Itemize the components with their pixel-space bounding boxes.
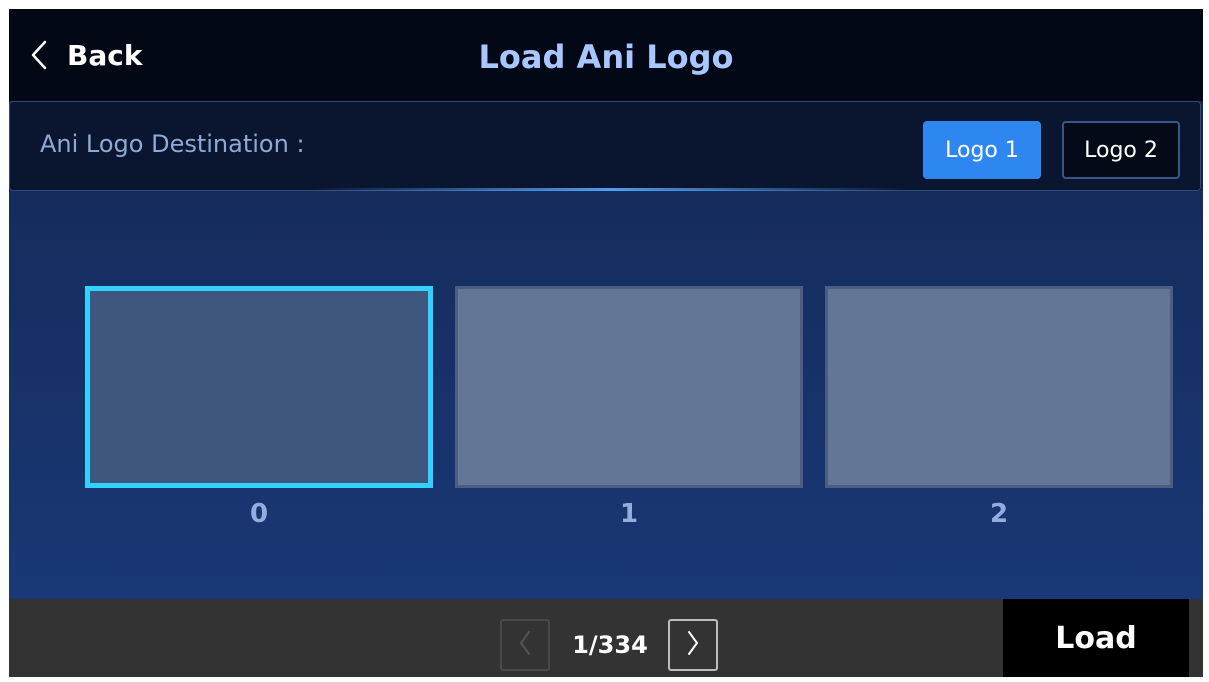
screen: Back Load Ani Logo Ani Logo Destination … [9, 9, 1203, 677]
destination-label: Ani Logo Destination : [40, 130, 305, 158]
footer: 1/334 Load [9, 599, 1203, 677]
thumbnail-label-0: 0 [249, 499, 269, 529]
thumbnail-label-2: 2 [989, 499, 1009, 529]
chevron-right-icon [684, 628, 702, 662]
destination-bar: Ani Logo Destination : Logo 1 Logo 2 [9, 101, 1201, 191]
chevron-left-icon [516, 628, 534, 662]
next-page-button[interactable] [668, 619, 718, 671]
previous-page-button[interactable] [500, 619, 550, 671]
logo-2-button[interactable]: Logo 2 [1062, 121, 1180, 179]
thumbnail-2[interactable] [825, 286, 1173, 488]
thumbnail-1[interactable] [455, 286, 803, 488]
header: Back Load Ani Logo [9, 9, 1203, 101]
page-title: Load Ani Logo [478, 38, 734, 76]
thumbnail-label-1: 1 [619, 499, 639, 529]
page-indicator: 1/334 [572, 631, 648, 659]
thumbnail-area: 0 1 2 [9, 191, 1203, 599]
load-button[interactable]: Load [1003, 599, 1189, 677]
logo-1-button[interactable]: Logo 1 [923, 121, 1041, 179]
thumbnail-0[interactable] [85, 286, 433, 488]
